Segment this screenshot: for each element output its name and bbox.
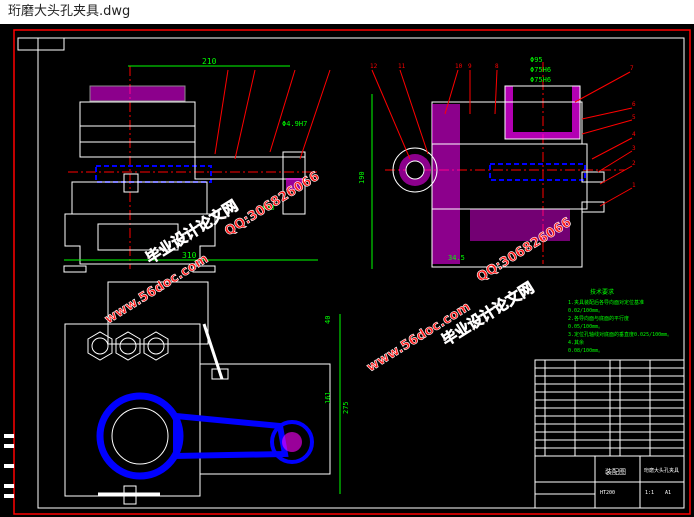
title-block-part-name: 珩磨大头孔夹具 [644, 467, 679, 474]
drawing-outer-frame [13, 29, 691, 515]
tech-requirement-line: 0.05/100mm。 [568, 324, 603, 330]
dim-bore-2: Φ75H6 [530, 66, 551, 74]
edge-mark [4, 484, 14, 488]
leader-line [591, 137, 633, 160]
balloon-12: 12 [370, 63, 378, 70]
conrod-shank [173, 412, 289, 460]
balloon-2: 2 [632, 160, 636, 167]
tech-requirement-line: 0.08/100mm。 [568, 348, 603, 354]
side-view-left-section [432, 104, 460, 264]
balloon-7: 7 [630, 65, 634, 72]
leader-line [494, 69, 498, 115]
plan-view-screws [87, 331, 169, 361]
edge-mark [4, 494, 14, 498]
plan-view-lever [202, 323, 224, 380]
front-view-foot-left [63, 265, 87, 273]
balloon-6: 6 [632, 101, 636, 108]
front-view-grip [89, 85, 186, 102]
plan-view-body [64, 323, 201, 497]
tech-requirement-line: 1.夹具装配后各导向面对定位基准 [568, 299, 644, 306]
leader-line [581, 119, 633, 135]
front-view: 210 310 Φ4.9H7 Φ48 [63, 57, 331, 273]
watermark-text: QQ:306826066 [222, 169, 322, 239]
tech-requirements-title: 技术要求 [590, 288, 614, 296]
leader-line [214, 69, 229, 155]
edge-mark [4, 434, 14, 438]
screw-head [91, 337, 109, 355]
leader-line [399, 69, 429, 155]
title-block-drawing-name: 装配图 [605, 467, 626, 476]
dim-bore-3: Φ75H6 [530, 76, 551, 84]
title-block-scale: 1:1 [645, 490, 654, 496]
dim-hole-fit: Φ4.9H7 [282, 120, 307, 128]
dim-plan-275: 275 [342, 401, 350, 414]
front-view-middle [71, 181, 208, 215]
side-view-screw [581, 201, 605, 213]
balloon-8: 8 [495, 63, 499, 70]
side-view-boss-inner [405, 160, 425, 180]
left-edge-marks [4, 434, 14, 498]
title-block-sheet: A1 [665, 490, 671, 496]
front-view-hidden-bar [95, 165, 212, 183]
side-view-hidden-bar [489, 163, 586, 181]
leader-line [574, 71, 631, 103]
balloon-1: 1 [632, 182, 636, 189]
front-view-upper-body [79, 101, 196, 158]
drawing-code-box [17, 37, 65, 51]
balloon-10: 10 [455, 63, 463, 70]
balloon-5: 5 [632, 114, 636, 121]
dim-plan-161: 161 [324, 391, 332, 404]
tech-requirement-line: 2.各导向面与底面的平行度 [568, 315, 629, 322]
tech-requirement-line: 3.定位孔轴线对底面的垂直度0.025/100mm。 [568, 331, 672, 338]
leader-line [581, 107, 633, 120]
cad-viewport[interactable]: 210 310 Φ4.9H7 Φ48 Φ95 Φ75H6 Φ75H6 190 3… [0, 24, 694, 517]
leader-line [599, 187, 633, 207]
drawing-inner-frame [37, 37, 685, 509]
dim-top-width: 210 [202, 57, 217, 66]
tech-requirements: 技术要求 1.夹具装配后各导向面对定位基准 0.02/100mm。 2.各导向面… [568, 288, 672, 354]
file-tab-title[interactable]: 珩磨大头孔夹具.dwg [0, 0, 694, 24]
dim-right-height: 190 [358, 171, 366, 184]
parts-list [534, 359, 685, 457]
edge-mark [4, 444, 14, 448]
conrod-big-end-bore [111, 407, 169, 465]
cad-drawing: 210 310 Φ4.9H7 Φ48 Φ95 Φ75H6 Φ75H6 190 3… [4, 29, 691, 515]
leader-line [599, 165, 633, 185]
balloon-3: 3 [632, 145, 636, 152]
balloon-11: 11 [398, 63, 406, 70]
tech-requirement-line: 4.其余 [568, 339, 584, 346]
balloon-4: 4 [632, 131, 636, 138]
balloon-9: 9 [468, 63, 472, 70]
screw-head [119, 337, 137, 355]
leader-line [269, 69, 296, 153]
dim-right-offset: 34.5 [448, 254, 465, 262]
title-block: 装配图 珩磨大头孔夹具 HT200 1:1 A1 [534, 455, 685, 509]
dim-plan-40: 40 [324, 316, 332, 324]
conrod-small-end-pin [282, 432, 302, 452]
side-view: Φ95 Φ75H6 Φ75H6 190 34.5 [358, 56, 633, 269]
leader-line [234, 69, 256, 160]
screw-head [147, 337, 165, 355]
tech-requirement-line: 0.02/100mm。 [568, 308, 603, 314]
dim-bore-1: Φ95 [530, 56, 543, 64]
edge-mark [4, 464, 14, 468]
leader-line [299, 69, 331, 160]
title-block-material: HT200 [600, 490, 615, 496]
